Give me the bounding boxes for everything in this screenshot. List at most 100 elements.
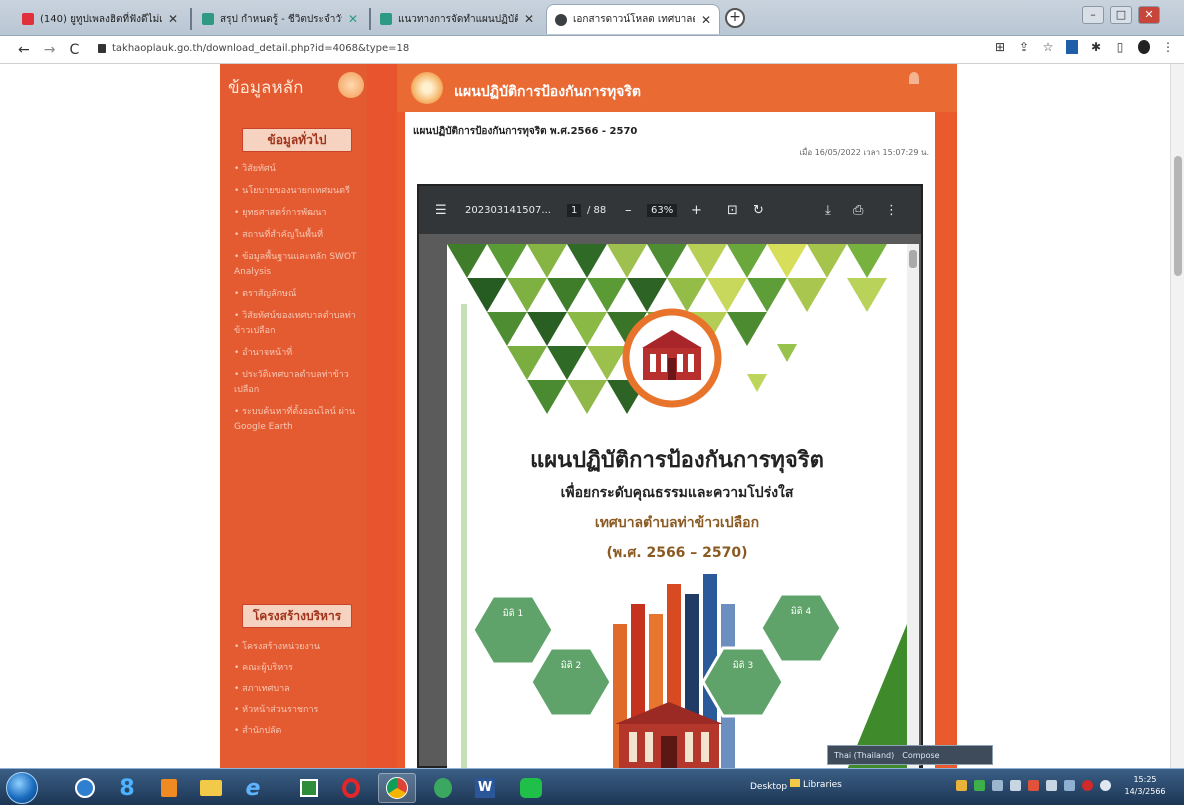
- desktop-toolbar[interactable]: Desktop: [750, 782, 787, 792]
- back-icon[interactable]: ←: [18, 42, 30, 58]
- start-button[interactable]: [6, 772, 38, 804]
- pdf-scrollbar[interactable]: [907, 244, 919, 768]
- new-tab-button[interactable]: +: [725, 8, 745, 28]
- document-title: แผนปฏิบัติการป้องกันการทุจริต พ.ศ.2566 -…: [413, 126, 638, 137]
- menu-item[interactable]: • ประวัติเทศบาลตำบลท่าข้าวเปลือก: [234, 368, 358, 398]
- browser-tab-active[interactable]: เอกสารดาวน์โหลด เทศบาลตำบล ✕: [546, 4, 720, 34]
- flower-logo-icon: [338, 72, 364, 98]
- main-header: แผนปฏิบัติการป้องกันการทุจริต: [397, 64, 957, 112]
- word-icon[interactable]: W: [466, 773, 504, 803]
- zoom-out-button[interactable]: –: [625, 203, 632, 218]
- browser-tab[interactable]: (140) ยูทูปเพลงฮิตที่ฟังดีไม่เสียดาย ✕: [14, 4, 186, 34]
- pole-decoration: [461, 304, 467, 768]
- menu-item[interactable]: • สำนักปลัด: [234, 724, 358, 739]
- clock[interactable]: 15:25 14/3/2566: [1120, 774, 1170, 798]
- tray-icon[interactable]: [1046, 780, 1057, 791]
- tray-icon[interactable]: [1028, 780, 1039, 791]
- clock-date: 14/3/2566: [1124, 787, 1166, 796]
- browser-tab[interactable]: แนวทางการจัดทำแผนปฏิบัติการป้องกัน ✕: [372, 4, 542, 34]
- cover-artwork: มิติ 1 มิติ 2 มิติ 3 มิติ 4: [447, 244, 907, 768]
- star-icon[interactable]: ☆: [1042, 40, 1054, 54]
- tray-icon[interactable]: [956, 780, 967, 791]
- menu-item[interactable]: • ระบบค้นหาที่ตั้งออนไลน์ ผ่าน Google Ea…: [234, 405, 358, 435]
- line-icon[interactable]: [512, 773, 550, 803]
- youtube-icon: [22, 13, 34, 25]
- avatar[interactable]: [1138, 40, 1150, 54]
- tray-icon[interactable]: [992, 780, 1003, 791]
- internet-explorer-icon[interactable]: e: [234, 773, 272, 803]
- pdf-page: มิติ 1 มิติ 2 มิติ 3 มิติ 4 แผนปฏิบัติกา…: [447, 244, 907, 768]
- scroll-thumb[interactable]: [909, 250, 917, 268]
- page-scrollbar[interactable]: [1170, 64, 1184, 768]
- folder-icon[interactable]: [192, 773, 230, 803]
- minimize-button[interactable]: –: [1082, 6, 1104, 24]
- compose-label: Compose: [902, 750, 940, 760]
- menu-icon[interactable]: ☰: [435, 203, 447, 218]
- app-icon-green[interactable]: [290, 773, 328, 803]
- menu-item[interactable]: • วิสัยทัศน์: [234, 162, 358, 177]
- close-icon[interactable]: ✕: [701, 13, 711, 27]
- menu-item[interactable]: • หัวหน้าส่วนราชการ: [234, 703, 358, 718]
- sidebar: ข้อมูลหลัก ข้อมูลทั่วไป • วิสัยทัศน์ • น…: [220, 64, 367, 768]
- app-icon-media[interactable]: [150, 773, 188, 803]
- share-icon[interactable]: ⇪: [1018, 40, 1030, 54]
- reload-icon[interactable]: C: [69, 42, 79, 58]
- menu-item[interactable]: • สถานที่สำคัญในพื้นที่: [234, 228, 358, 243]
- menu-item[interactable]: • อำนาจหน้าที่: [234, 346, 358, 361]
- menu-icon[interactable]: ⋮: [1162, 40, 1174, 54]
- hex-label: มิติ 2: [561, 660, 581, 671]
- close-window-button[interactable]: ✕: [1138, 6, 1160, 24]
- close-icon[interactable]: ✕: [168, 12, 178, 26]
- section-general-button[interactable]: ข้อมูลทั่วไป: [242, 128, 352, 152]
- scroll-thumb[interactable]: [1174, 156, 1182, 276]
- puzzle-icon[interactable]: ✱: [1090, 40, 1102, 54]
- tray-icon[interactable]: [1010, 780, 1021, 791]
- section-title: แผนปฏิบัติการป้องกันการทุจริต: [454, 84, 641, 100]
- menu-item[interactable]: • ยุทธศาสตร์การพัฒนา: [234, 206, 358, 221]
- extension-icon[interactable]: [1066, 40, 1078, 54]
- language-bar[interactable]: Thai (Thailand) Compose: [827, 745, 993, 765]
- app-icon-8[interactable]: 8: [108, 773, 146, 803]
- zoom-level[interactable]: 63%: [647, 203, 678, 217]
- print-icon[interactable]: ⎙: [853, 203, 863, 218]
- hex-label: มิติ 3: [733, 660, 753, 671]
- chrome-icon[interactable]: [378, 773, 416, 803]
- close-icon[interactable]: ✕: [348, 12, 358, 26]
- url-field[interactable]: takhaoplauk.go.th/download_detail.php?id…: [98, 43, 409, 54]
- download-icon[interactable]: ⤓: [825, 203, 831, 218]
- rotate-icon[interactable]: ↻: [753, 203, 764, 218]
- menu-item[interactable]: • ตราสัญลักษณ์: [234, 287, 358, 302]
- cover-subtitle: เพื่อยกระดับคุณธรรมและความโปร่งใส: [560, 485, 794, 501]
- tray-icon[interactable]: [974, 780, 985, 791]
- app-icon-droplet[interactable]: [424, 773, 462, 803]
- tray-icon[interactable]: [1082, 780, 1093, 791]
- flower-icon: [411, 72, 443, 104]
- more-options-icon[interactable]: ⋮: [885, 203, 898, 218]
- opera-icon[interactable]: [332, 773, 370, 803]
- menu-item[interactable]: • สภาเทศบาล: [234, 682, 358, 697]
- fit-page-icon[interactable]: ⊡: [727, 203, 738, 218]
- page-number-input[interactable]: 1: [567, 203, 582, 217]
- section-structure-button[interactable]: โครงสร้างบริหาร: [242, 604, 352, 628]
- language-label: Thai (Thailand): [834, 750, 895, 760]
- tray-icon[interactable]: [1100, 780, 1111, 791]
- libraries-toolbar[interactable]: Libraries: [790, 779, 842, 790]
- menu-item[interactable]: • วิสัยทัศน์ของเทศบาลตำบลท่าข้าวเปลือก: [234, 309, 358, 339]
- menu-item[interactable]: • คณะผู้บริหาร: [234, 661, 358, 676]
- zoom-in-button[interactable]: +: [691, 203, 702, 218]
- app-icon-browser[interactable]: [66, 773, 104, 803]
- menu-item[interactable]: • โครงสร้างหน่วยงาน: [234, 640, 358, 655]
- sidepanel-icon[interactable]: ▯: [1114, 40, 1126, 54]
- menu-item[interactable]: • ข้อมูลพื้นฐานและหลัก SWOT Analysis: [234, 250, 358, 280]
- tab-title: (140) ยูทูปเพลงฮิตที่ฟังดีไม่เสียดาย: [40, 13, 162, 25]
- menu-item[interactable]: • นโยบายของนายกเทศมนตรี: [234, 184, 358, 199]
- page-icon: [380, 13, 392, 25]
- taskbar: 8 e W Desktop Libraries 15:25 14/3/2566: [0, 768, 1184, 805]
- forward-icon[interactable]: →: [44, 42, 56, 58]
- maximize-button[interactable]: □: [1110, 6, 1132, 24]
- browser-tab[interactable]: สรุป กำหนดรู้ - ชีวิตประจำวัน สรุปผล จา …: [194, 4, 366, 34]
- close-icon[interactable]: ✕: [524, 12, 534, 26]
- tray-icon[interactable]: [1064, 780, 1075, 791]
- translate-icon[interactable]: ⊞: [994, 40, 1006, 54]
- browser-toolbar-icons: ⊞ ⇪ ☆ ✱ ▯ ⋮: [994, 40, 1174, 54]
